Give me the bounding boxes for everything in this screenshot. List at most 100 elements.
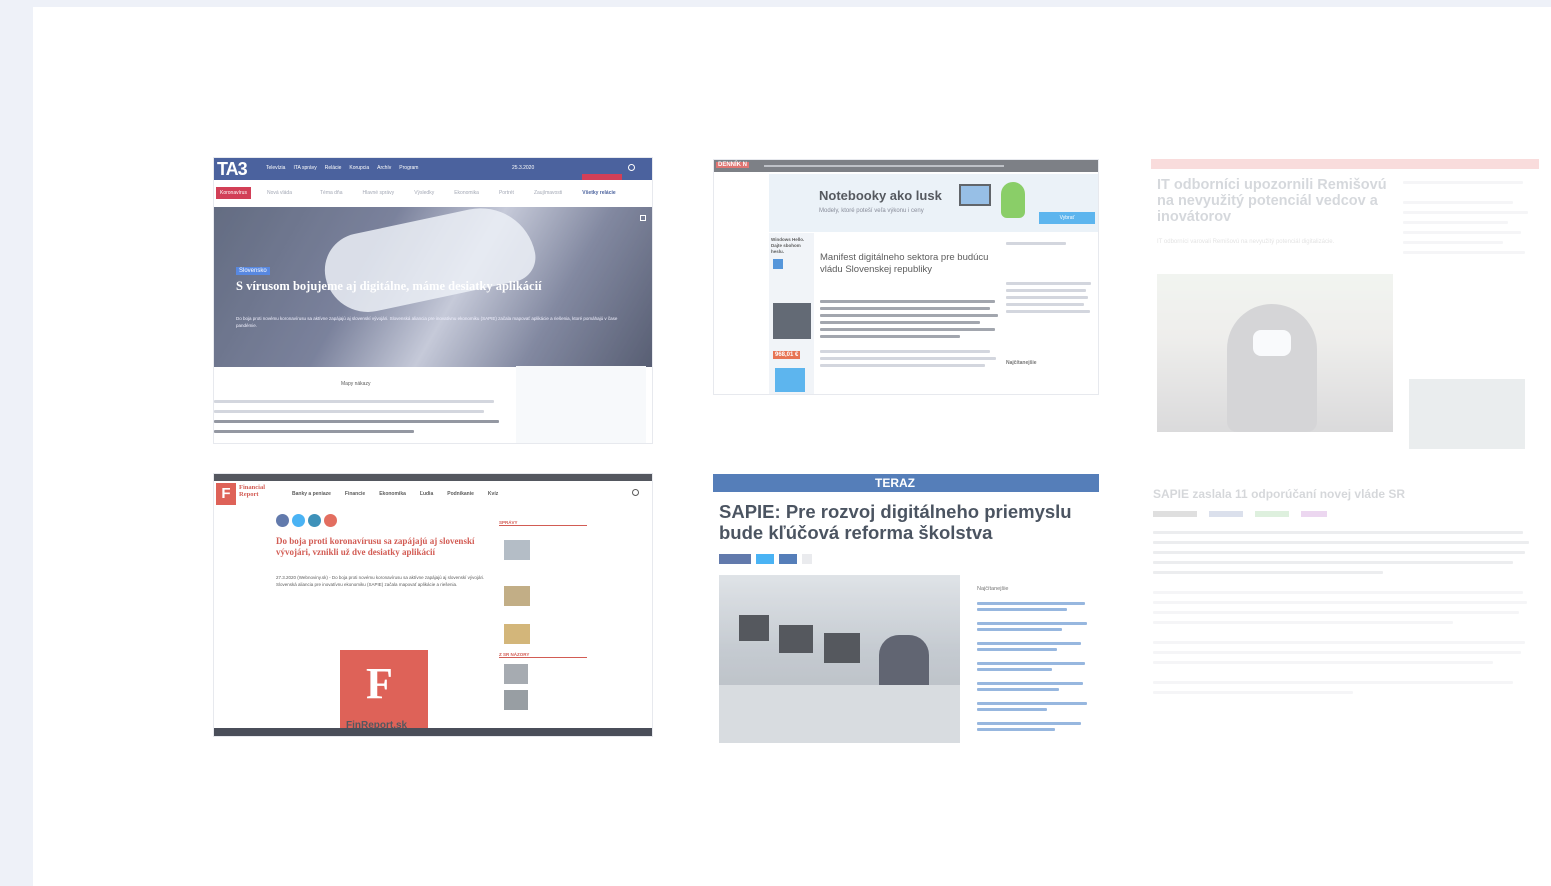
tab-item[interactable]: Ekonomika — [454, 190, 479, 196]
dennikn-screenshot[interactable]: DENNÍK N Notebooky ako lusk Modely, ktor… — [713, 159, 1099, 395]
ta3-hero-image[interactable]: Slovensko S vírusom bojujeme aj digitáln… — [214, 198, 652, 367]
teraz-photo[interactable] — [719, 575, 960, 743]
finreport-nav: Banky a peniaze Financie Ekonomika Ľudia… — [292, 491, 498, 497]
laptop-graphic — [959, 184, 991, 206]
monitor — [824, 633, 860, 663]
ta3-category-badge[interactable]: Slovensko — [236, 267, 270, 275]
finreport-logo-box[interactable]: F — [216, 483, 236, 505]
tab-item[interactable]: Téma dňa — [320, 190, 343, 196]
sme-photo[interactable] — [1157, 274, 1393, 432]
tab-item[interactable]: Nová vláda — [267, 190, 292, 196]
ta3-nav-item[interactable]: Relácie — [325, 165, 342, 171]
sme-screenshot[interactable]: IT odborníci upozornili Remišovú na nevy… — [1151, 159, 1539, 451]
brand-letter: F — [366, 659, 393, 708]
teraz-logo: TERAZ — [875, 476, 915, 490]
sapie-screenshot[interactable]: SAPIE zaslala 11 odporúčaní novej vláde … — [1151, 475, 1539, 727]
linkedin-icon[interactable] — [308, 514, 321, 527]
dennikn-ad-sub: Modely, ktoré poteší veľa výkonu i ceny — [819, 208, 924, 214]
search-icon[interactable] — [628, 164, 635, 171]
dennikn-headline[interactable]: Manifest digitálneho sektora pre budúcu … — [820, 252, 1000, 276]
finreport-section2: Z SR NÁZORY — [499, 652, 587, 658]
person-shape — [1227, 304, 1317, 432]
tag[interactable] — [1153, 511, 1197, 517]
tab-item[interactable]: Výsledky — [414, 190, 434, 196]
mascot-graphic — [1001, 182, 1025, 218]
avatar[interactable] — [504, 664, 528, 684]
finreport-nav-item[interactable]: Ekonomika — [379, 491, 406, 497]
teraz-share-row — [719, 554, 812, 564]
ta3-nav-item[interactable]: Korupcia — [349, 165, 369, 171]
search-icon[interactable] — [632, 489, 639, 496]
windows-taskbar — [214, 728, 652, 736]
dennikn-logo: DENNÍK N — [716, 162, 750, 168]
sme-side-photo[interactable] — [1409, 379, 1525, 449]
dennikn-ad-banner[interactable]: Notebooky ako lusk Modely, ktoré poteší … — [769, 174, 1098, 232]
desk — [719, 685, 960, 743]
fullscreen-icon[interactable] — [640, 215, 646, 221]
count-badge — [802, 554, 812, 564]
dennikn-related-title: Najčítanejšie — [1006, 360, 1037, 366]
finreport-nav-item[interactable]: Podnikanie — [447, 491, 474, 497]
twitter-icon[interactable] — [292, 514, 305, 527]
monitor — [739, 615, 769, 641]
windows-logo — [773, 259, 783, 269]
sapie-headline[interactable]: SAPIE zaslala 11 odporúčaní novej vláde … — [1153, 487, 1513, 501]
ta3-perex: Do boja proti novému koronavírusu sa akt… — [236, 316, 618, 328]
tag[interactable] — [1301, 511, 1327, 517]
ta3-nav-item[interactable]: Program — [399, 165, 418, 171]
facebook-icon[interactable] — [276, 514, 289, 527]
ta3-screenshot[interactable]: TA3 Televízia ITA správy Relácie Korupci… — [213, 157, 653, 444]
teraz-headline[interactable]: SAPIE: Pre rozvoj digitálneho priemyslu … — [719, 501, 1079, 543]
teraz-header: TERAZ — [713, 474, 1099, 492]
tag[interactable] — [1209, 511, 1243, 517]
finreport-body: 27.3.2020 (Webnoviny.sk) - Do boja proti… — [276, 575, 485, 587]
thumb[interactable] — [504, 586, 530, 606]
ta3-nav-item[interactable]: ITA správy — [293, 165, 316, 171]
comment-share[interactable] — [779, 554, 797, 564]
buy-button[interactable] — [775, 368, 805, 392]
finreport-topbar — [214, 474, 652, 481]
googleplus-icon[interactable] — [324, 514, 337, 527]
teraz-screenshot[interactable]: TERAZ SAPIE: Pre rozvoj digitálneho prie… — [713, 474, 1099, 750]
sapie-tag-row — [1153, 511, 1327, 517]
teraz-latest-title: Najčítanejšie — [977, 586, 1009, 592]
tab-item[interactable]: Portrét — [499, 190, 514, 196]
twitter-share[interactable] — [756, 554, 774, 564]
facebook-share[interactable] — [719, 554, 751, 564]
ad-box[interactable] — [516, 366, 646, 443]
sme-topbar — [1151, 159, 1539, 169]
ta3-headline[interactable]: S vírusom bojujeme aj digitálne, máme de… — [236, 279, 596, 294]
price-tag: 968,01 € — [773, 351, 801, 359]
finreport-headline[interactable]: Do boja proti koronavírusu sa zapájajú a… — [276, 536, 491, 558]
ta3-date: 25.3.2020 — [512, 165, 535, 171]
thumb[interactable] — [504, 540, 530, 560]
dennikn-sidebar-ad[interactable]: Windows Hello. Dajte sbohom heslu. 968,0… — [769, 233, 814, 394]
sidebar-ad-text: Windows Hello. Dajte sbohom heslu. — [771, 237, 805, 254]
gallery-panel: TA3 Televízia ITA správy Relácie Korupci… — [33, 7, 1551, 886]
ta3-caption: Mapy nákazy — [341, 381, 371, 387]
sme-perex: IT odborníci varovali Remišovú na nevyuž… — [1157, 239, 1335, 245]
glove-shape — [317, 198, 541, 320]
tab-item[interactable]: Zaujímavosti — [534, 190, 562, 196]
finreport-nav-item[interactable]: Banky a peniaze — [292, 491, 331, 497]
thumb[interactable] — [504, 624, 530, 644]
finreport-nav-item[interactable]: Financie — [345, 491, 365, 497]
tab-item[interactable]: Hlavné správy — [363, 190, 395, 196]
live-badge — [582, 174, 622, 180]
dennikn-ad-button[interactable]: Vybrať — [1039, 212, 1095, 224]
finreport-section1: SPRÁVY — [499, 520, 587, 526]
avatar[interactable] — [504, 690, 528, 710]
ta3-nav-item[interactable]: Archív — [377, 165, 391, 171]
ta3-topbar: TA3 Televízia ITA správy Relácie Korupci… — [214, 158, 652, 180]
ta3-logo: TA3 — [217, 159, 248, 179]
tag[interactable] — [1255, 511, 1289, 517]
ta3-nav-item[interactable]: Televízia — [266, 165, 285, 171]
tab-item[interactable]: Všetky relácie — [582, 190, 615, 196]
finreport-screenshot[interactable]: F Financial Report Banky a peniaze Finan… — [213, 473, 653, 737]
tab-koronavirus[interactable]: Koronavírus — [216, 187, 251, 199]
finreport-nav-item[interactable]: Ľudia — [420, 491, 433, 497]
finreport-nav-item[interactable]: Kvíz — [488, 491, 498, 497]
ta3-tabs: Koronavírus Nová vláda Téma dňa Hlavné s… — [214, 185, 652, 201]
sme-headline[interactable]: IT odborníci upozornili Remišovú na nevy… — [1157, 177, 1392, 225]
finreport-brand-tile[interactable]: F FinReport.sk — [340, 650, 428, 732]
